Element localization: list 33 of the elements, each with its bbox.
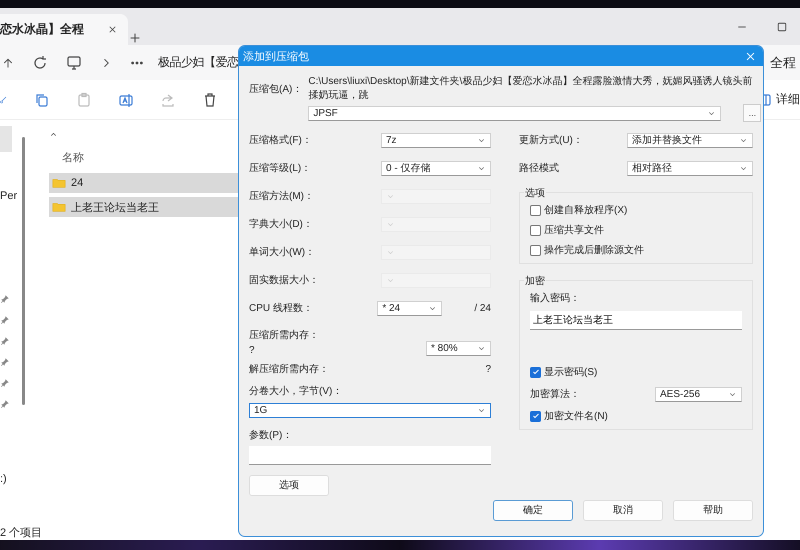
field-label: 压缩所需内存： (249, 328, 319, 342)
field-label: 字典大小(D)： (249, 218, 313, 231)
field-label: 路径模式 (519, 162, 559, 175)
file-name: 24 (71, 177, 84, 189)
archive-path: C:\Users\liuxi\Desktop\新建文件夹\极品少妇【爱恋水冰晶】全程露脸激情大秀，妩媚风骚诱人镜头前揉奶玩逼，跳 (308, 74, 754, 102)
field-label: 压缩方法(M)： (249, 190, 314, 203)
dialog-title: 添加到压缩包 (243, 50, 309, 64)
field-label: CPU 线程数： (249, 302, 313, 315)
field-label: 更新方式(U)： (519, 134, 583, 147)
file-name: 上老王论坛当老王 (71, 200, 159, 214)
memory-value: ? (249, 345, 256, 356)
field-label: 压缩包(A)： (249, 82, 302, 97)
field-label: 输入密码： (530, 292, 581, 305)
checkbox-label: 显示密码(S) (544, 366, 598, 379)
field-label: 解压缩所需内存： (249, 362, 329, 376)
checkbox-label: 创建自释放程序(X) (544, 204, 628, 217)
field-label: 参数(P)： (249, 428, 294, 442)
checkbox-label: 压缩共享文件 (544, 224, 604, 237)
search-scope-text: 全程 (770, 54, 796, 72)
tab-title: 恋水冰晶】全程 (0, 21, 84, 38)
field-label: 固实数据大小： (249, 274, 319, 287)
field-label: 加密算法： (530, 388, 580, 401)
checkbox-label: 操作完成后删除源文件 (544, 244, 644, 257)
memory-value: ? (485, 364, 491, 374)
group-title: 选项 (524, 186, 546, 200)
checkbox-label: 加密文件名(N) (544, 410, 608, 423)
field-label: 分卷大小，字节(V)： (249, 384, 344, 398)
field-label: 压缩等级(L)： (249, 162, 312, 175)
status-bar-text: 2 个项目 (0, 526, 42, 540)
field-label: 单词大小(W)： (249, 246, 316, 259)
field-label: 压缩格式(F)： (249, 134, 312, 147)
thread-total: / 24 (474, 302, 491, 314)
group-title: 加密 (524, 274, 546, 288)
